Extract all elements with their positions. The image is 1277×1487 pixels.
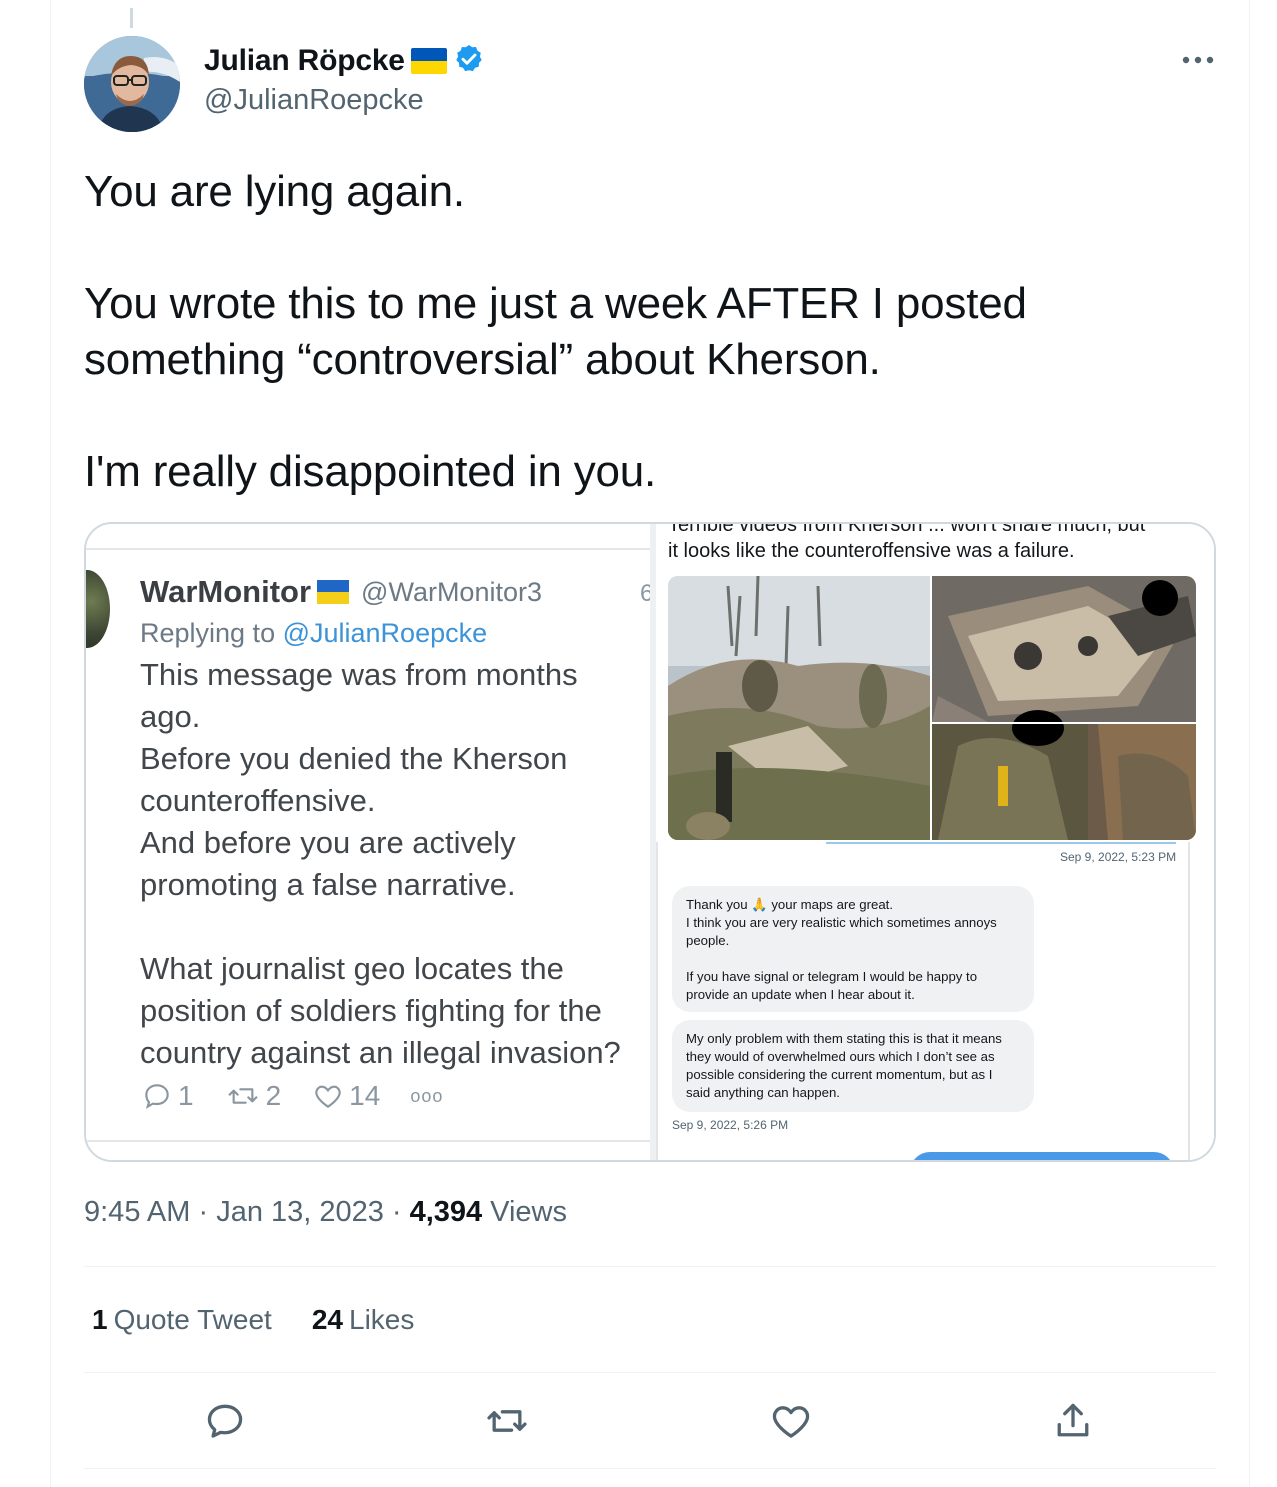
replying-to-label: Replying to — [140, 618, 283, 648]
dm-message-bubble: My only problem with them stating this i… — [672, 1020, 1034, 1112]
dm-line: people. — [686, 933, 730, 948]
views-label: Views — [490, 1196, 567, 1228]
tweet-text: You are lying again. You wrote this to m… — [84, 164, 1204, 500]
dm-line: said anything can happen. — [686, 1085, 840, 1100]
quoted-actions: 1 2 14 ooo — [140, 1080, 443, 1112]
reply-button[interactable] — [202, 1398, 248, 1444]
dm-caption: it looks like the counteroffensive was a… — [668, 540, 1075, 562]
views-count: 4,394 — [409, 1196, 483, 1228]
tweet-line: You are lying again. — [84, 167, 465, 216]
dm-timestamp: Sep 9, 2022, 5:23 PM — [1060, 850, 1177, 864]
more-dots-icon — [1182, 56, 1214, 64]
media-left-screenshot[interactable]: WarMonitor @WarMonitor3 6 Replying to @J… — [86, 524, 653, 1160]
dm-line: Thank you 🙏 your maps are great. — [686, 897, 894, 912]
warmonitor-avatar — [86, 570, 110, 648]
divider — [84, 1372, 1216, 1373]
quoted-body-line: position of soldiers fighting for the — [140, 993, 602, 1028]
dm-sent-bubble — [910, 1152, 1174, 1160]
verified-badge-icon — [453, 43, 485, 80]
quoted-more: ooo — [410, 1085, 444, 1106]
quoted-body-line: Before you denied the Kherson — [140, 741, 568, 776]
quoted-reply-count: 1 — [178, 1080, 194, 1111]
photo-destroyed-vehicle — [932, 576, 1196, 722]
author-name[interactable]: Julian Röpcke — [204, 44, 405, 78]
reply-icon — [207, 1404, 243, 1438]
like-button[interactable] — [768, 1398, 814, 1444]
replying-to-line: Replying to @JulianRoepcke — [140, 618, 487, 649]
divider — [84, 1266, 1216, 1267]
dm-message-bubble: Thank you 🙏 your maps are great. I think… — [672, 886, 1034, 1012]
quote-tweets-link[interactable]: 1 Quote Tweet — [92, 1304, 272, 1336]
media-right-screenshot[interactable]: Terrible videos from Kherson ... won't s… — [656, 522, 1214, 1160]
share-upload-icon — [1057, 1403, 1089, 1437]
heart-icon — [315, 1085, 341, 1108]
quoted-replies: 1 — [140, 1080, 194, 1112]
quoted-body-line: promoting a false narrative. — [140, 867, 516, 902]
quoted-retweets: 2 — [224, 1080, 282, 1112]
quoted-body-line: What journalist geo locates the — [140, 951, 564, 986]
more-options-button[interactable] — [1178, 44, 1218, 76]
quoted-body: This message was from months ago. Before… — [140, 654, 660, 1074]
tweet-line: I'm really disappointed in you. — [84, 447, 657, 496]
dm-line: provide an update when I hear about it. — [686, 987, 915, 1002]
quoted-retweet-count: 2 — [265, 1080, 282, 1111]
dm-clipped-line: Terrible videos from Kherson ... won't s… — [668, 522, 1146, 536]
dm-line: If you have signal or telegram I would b… — [686, 969, 978, 984]
quoted-body-line: counteroffensive. — [140, 783, 376, 818]
replying-to-mention: @JulianRoepcke — [282, 618, 488, 648]
retweet-icon — [487, 1410, 527, 1432]
dm-line: they would of overwhelmed ours which I d… — [686, 1049, 995, 1064]
dm-line: I think you are very realistic which som… — [686, 915, 997, 930]
tweet-stats: 1 Quote Tweet 24 Likes — [92, 1304, 414, 1336]
divider — [84, 1468, 1216, 1469]
dm-line: My only problem with them stating this i… — [686, 1031, 1002, 1046]
tweet-line: You wrote this to me just a week AFTER I… — [84, 279, 1027, 328]
author-handle[interactable]: @JulianRoepcke — [204, 84, 485, 117]
quoted-body-line: country against an illegal invasion? — [140, 1035, 621, 1070]
retweet-button[interactable] — [484, 1398, 530, 1444]
quoted-body-line: ago. — [140, 699, 201, 734]
share-button[interactable] — [1050, 1398, 1096, 1444]
dm-photo-grid — [668, 576, 1196, 840]
likes-link[interactable]: 24 Likes — [312, 1304, 415, 1336]
thread-connector-line — [130, 8, 133, 28]
author-block: Julian Röpcke @JulianRoepcke — [204, 44, 485, 117]
photo-trench — [668, 576, 930, 840]
tweet-line: something “controversial” about Kherson. — [84, 335, 881, 384]
ukraine-flag-icon — [410, 48, 447, 74]
tweet-media[interactable]: WarMonitor @WarMonitor3 6 Replying to @J… — [84, 522, 1216, 1162]
quoted-author-handle: @WarMonitor3 — [361, 576, 542, 607]
ukraine-flag-icon — [317, 580, 350, 604]
author-avatar[interactable] — [84, 36, 180, 132]
dm-line: possible considering the current momentu… — [686, 1067, 993, 1082]
tweet-action-bar — [84, 1374, 1216, 1468]
quoted-like-count: 14 — [349, 1080, 381, 1111]
praying-hands-emoji-icon: 🙏 — [751, 897, 768, 912]
dm-timestamp: Sep 9, 2022, 5:26 PM — [672, 1118, 789, 1132]
quoted-author-name: WarMonitor — [140, 574, 312, 609]
retweet-icon — [228, 1088, 257, 1104]
quoted-likes: 14 — [311, 1080, 380, 1112]
tweet-timestamp-link[interactable]: 9:45 AM · Jan 13, 2023 — [84, 1196, 384, 1229]
heart-icon — [772, 1406, 810, 1438]
quoted-body-line: And before you are actively — [140, 825, 516, 860]
quoted-body-line: This message was from months — [140, 657, 578, 692]
quoted-author-row: WarMonitor @WarMonitor3 — [140, 574, 542, 610]
tweet-meta: 9:45 AM · Jan 13, 2023 · 4,394 Views — [84, 1196, 567, 1229]
photo-soldiers — [932, 710, 1196, 840]
reply-icon — [145, 1084, 169, 1109]
